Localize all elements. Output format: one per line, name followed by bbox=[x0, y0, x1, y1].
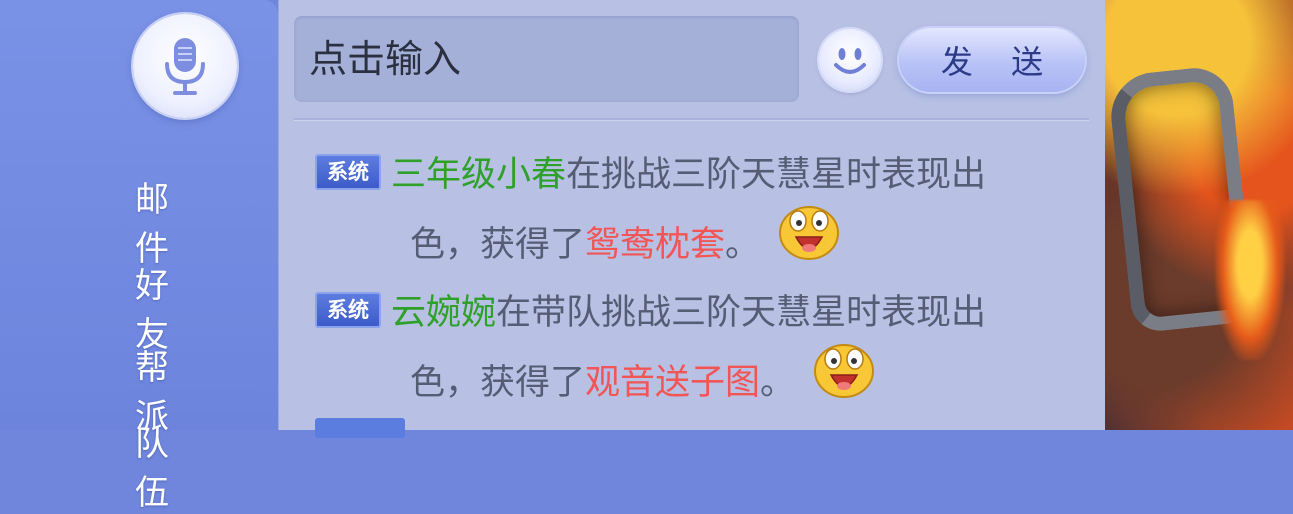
item-name-link[interactable]: 观音送子图 bbox=[585, 363, 760, 403]
message-text: 色，获得了 bbox=[410, 363, 586, 403]
chat-panel: 发 送 系统三年级小春在挑战三阶天慧星时表现出 色，获得了鸳鸯枕套。 系统云婉婉… bbox=[278, 0, 1105, 430]
microphone-icon bbox=[165, 38, 205, 95]
chat-input[interactable] bbox=[307, 36, 799, 82]
message-text: 在带队挑战三阶天慧星时表现出 bbox=[496, 293, 987, 333]
message-text: 在挑战三阶天慧星时表现出 bbox=[566, 155, 987, 195]
message-line-1: 系统 三年级小春在挑战三阶天慧星时表现出 bbox=[315, 140, 1055, 210]
message-text: 。 bbox=[725, 225, 761, 265]
send-button[interactable]: 发 送 bbox=[899, 28, 1085, 92]
chat-message: 系统 云婉婉在带队挑战三阶天慧星时表现出 色，获得了观音送子图。 bbox=[315, 278, 1055, 418]
system-tag: 系统 bbox=[315, 154, 381, 190]
next-message-tag-partial bbox=[315, 418, 405, 438]
player-name-link[interactable]: 三年级小春 bbox=[391, 155, 566, 195]
voice-input-button[interactable] bbox=[133, 14, 237, 118]
chat-sidebar: 邮 件 好 友 帮 派 队 伍 bbox=[0, 0, 278, 513]
game-background-art bbox=[1100, 0, 1293, 430]
happy-face-icon bbox=[814, 344, 875, 398]
message-line-2: 色，获得了鸳鸯枕套。 bbox=[315, 206, 1055, 280]
sidebar-item-mail[interactable]: 邮 件 bbox=[135, 172, 245, 270]
message-line-2: 色，获得了观音送子图。 bbox=[315, 344, 1055, 418]
sidebar-item-team[interactable]: 队 伍 bbox=[135, 416, 245, 514]
divider bbox=[294, 118, 1089, 121]
happy-face-icon bbox=[779, 206, 840, 260]
message-text: 色，获得了 bbox=[410, 225, 586, 265]
message-line-1: 系统 云婉婉在带队挑战三阶天慧星时表现出 bbox=[315, 278, 1055, 348]
chat-message: 系统 三年级小春在挑战三阶天慧星时表现出 色，获得了鸳鸯枕套。 bbox=[315, 140, 1055, 280]
emoji-button[interactable] bbox=[819, 29, 881, 91]
chat-input-box[interactable] bbox=[294, 16, 799, 102]
item-name-link[interactable]: 鸳鸯枕套 bbox=[585, 225, 725, 265]
smiley-icon bbox=[834, 48, 866, 74]
message-text: 。 bbox=[760, 363, 796, 403]
background-lava-decor bbox=[1215, 200, 1285, 360]
player-name-link[interactable]: 云婉婉 bbox=[391, 293, 496, 333]
system-tag: 系统 bbox=[315, 292, 381, 328]
